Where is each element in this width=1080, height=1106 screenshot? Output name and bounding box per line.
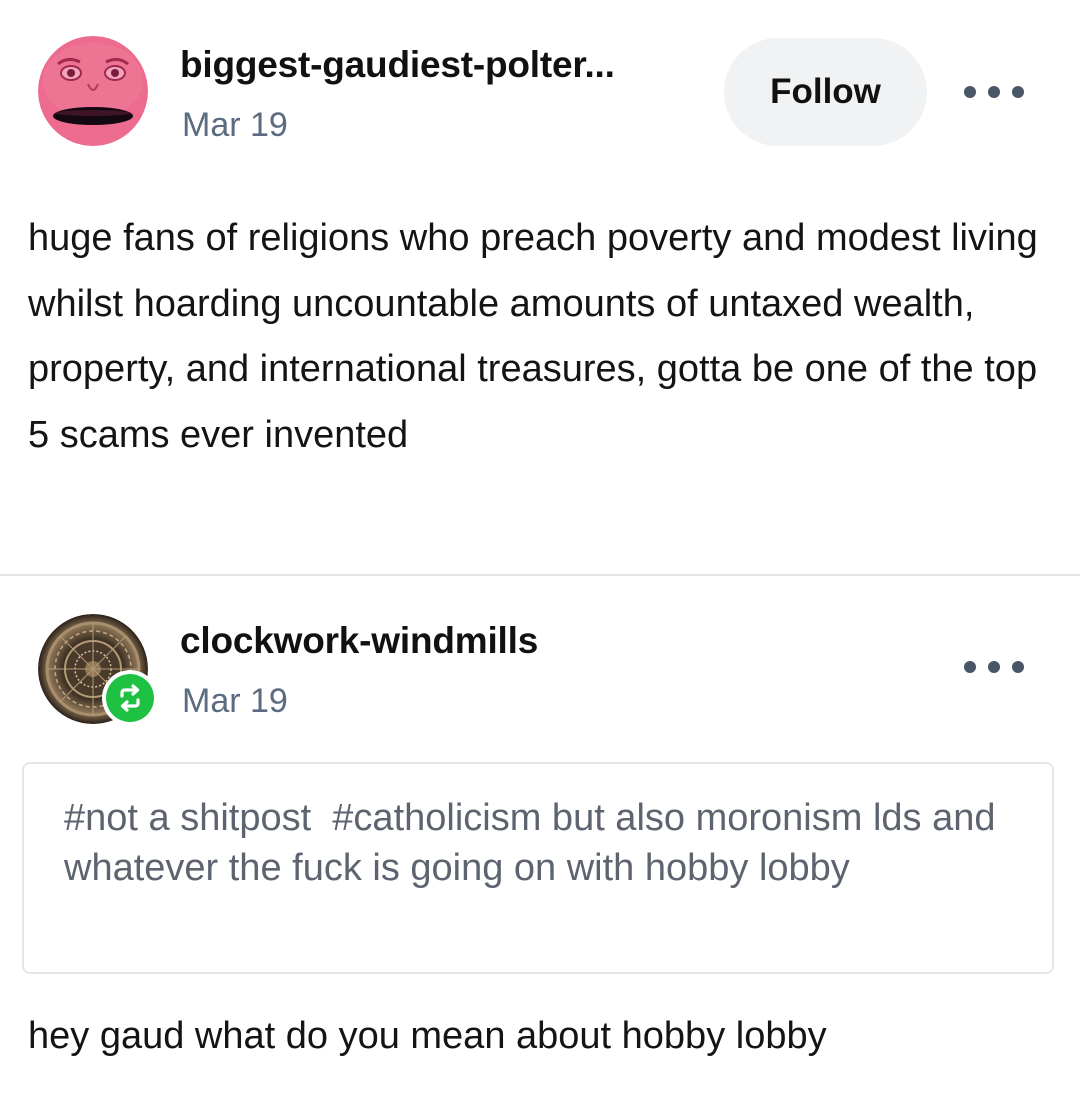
reblog-icon [106, 674, 154, 722]
more-dots-icon[interactable] [964, 77, 1024, 107]
dot [1012, 661, 1024, 673]
more-dots-icon[interactable] [964, 652, 1024, 682]
tags-list: #not a shitpost #catholicism but also mo… [64, 793, 1024, 893]
post-body: huge fans of religions who preach povert… [28, 217, 1038, 456]
dot [964, 86, 976, 98]
reblog-comment: hey gaud what do you mean about hobby lo… [28, 1015, 827, 1057]
post-original: biggest-gaudiest-polter... Mar 19 Follow… [0, 0, 1080, 574]
reblog-badge [102, 670, 158, 726]
dot [988, 661, 1000, 673]
reblogger-username[interactable]: clockwork-windmills [180, 620, 538, 662]
pink-face-avatar[interactable] [38, 36, 148, 146]
dot [964, 661, 976, 673]
reblog-date[interactable]: Mar 19 [182, 682, 288, 721]
post-divider [0, 574, 1080, 576]
dot [988, 86, 1000, 98]
post-date[interactable]: Mar 19 [182, 106, 288, 145]
tags-box: #not a shitpost #catholicism but also mo… [22, 762, 1054, 974]
author-username[interactable]: biggest-gaudiest-polter... [180, 44, 615, 86]
tag-not-a-shitpost[interactable]: #not a shitpost [64, 797, 311, 839]
follow-button[interactable]: Follow [724, 38, 927, 146]
dot [1012, 86, 1024, 98]
